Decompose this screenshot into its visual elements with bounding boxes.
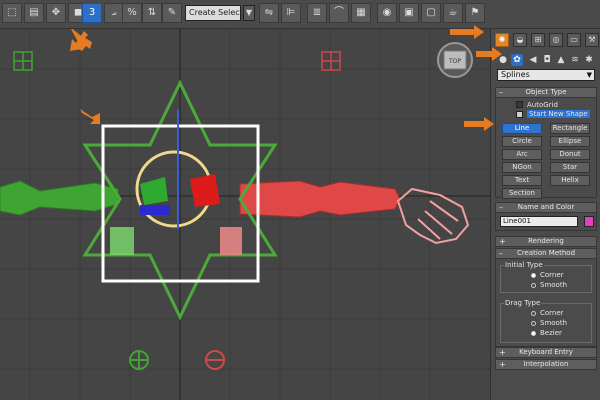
viewport-scene: TOP: [0, 29, 490, 400]
arc-button[interactable]: Arc: [502, 149, 542, 160]
rendering-rollout-header[interactable]: + Rendering: [495, 236, 597, 247]
render-frame-icon[interactable]: ▢: [421, 3, 441, 23]
start-new-shape-checkbox[interactable]: [516, 111, 523, 118]
percent-snap-button[interactable]: %: [122, 3, 142, 23]
name-color-rollout-header[interactable]: – Name and Color: [495, 202, 597, 213]
edit-named-sets-icon[interactable]: ✎: [162, 3, 182, 23]
space-warps-icon[interactable]: ≋: [569, 54, 581, 66]
select-by-name-icon[interactable]: ▤: [24, 3, 44, 23]
create-subcategories: ● ✿ ◀ ◘ ▲ ≋ ✱: [491, 53, 600, 69]
named-selection-dropdown-arrow[interactable]: ▼: [243, 5, 255, 21]
initial-type-label: Initial Type: [504, 261, 544, 269]
shapes-icon[interactable]: ✿: [511, 54, 523, 66]
section-button[interactable]: Section: [502, 188, 542, 199]
creation-method-rollout-header[interactable]: – Creation Method: [495, 248, 597, 259]
red-foot[interactable]: [220, 227, 242, 255]
render-setup-icon[interactable]: ▣: [399, 3, 419, 23]
hand-fingers: [417, 200, 459, 240]
spline-ribbon-right[interactable]: [239, 180, 401, 218]
drag-corner-label: Corner: [540, 309, 564, 317]
lights-icon[interactable]: ◀: [527, 54, 539, 66]
helpers-icon[interactable]: ▲: [555, 54, 567, 66]
autogrid-checkbox[interactable]: [516, 101, 523, 108]
angle-snap-icon[interactable]: ⦟: [104, 3, 124, 23]
arrow-snap-indicator: [70, 31, 88, 51]
select-object-icon[interactable]: ⬚: [2, 3, 22, 23]
arrow-to-rectangle: [80, 109, 100, 124]
name-color-rollout: Line001: [495, 213, 597, 231]
green-block[interactable]: [140, 177, 168, 205]
autogrid-label: AutoGrid: [527, 101, 558, 109]
drag-smooth-radio[interactable]: [531, 321, 536, 326]
initial-corner-label: Corner: [540, 271, 564, 279]
drag-type-label: Drag Type: [504, 299, 542, 307]
viewcube[interactable]: TOP: [437, 42, 473, 78]
text-button[interactable]: Text: [502, 175, 542, 186]
green-foot[interactable]: [110, 227, 134, 255]
schematic-view-icon[interactable]: ▦: [351, 3, 371, 23]
star-button[interactable]: Star: [550, 162, 590, 173]
hierarchy-tab[interactable]: ⊞: [531, 33, 545, 47]
material-editor-icon[interactable]: ◉: [377, 3, 397, 23]
drag-bezier-label: Bezier: [540, 329, 562, 337]
object-name-input[interactable]: Line001: [500, 216, 578, 227]
motion-tab[interactable]: ◎: [549, 33, 563, 47]
perspective-viewport[interactable]: TOP: [0, 29, 490, 400]
drag-smooth-label: Smooth: [540, 319, 568, 327]
command-panel-tabs: ✺ ◒ ⊞ ◎ ▭ ⚒: [491, 29, 600, 53]
start-new-shape-label: Start New Shape: [527, 110, 590, 118]
drag-corner-radio[interactable]: [531, 311, 536, 316]
initial-smooth-radio[interactable]: [531, 283, 536, 288]
object-type-rollout: AutoGrid Start New Shape Line Rectangle …: [495, 98, 597, 199]
drag-type-group: Drag Type Corner Smooth Bezier: [500, 299, 592, 343]
initial-smooth-label: Smooth: [540, 281, 568, 289]
initial-corner-radio[interactable]: [531, 273, 536, 278]
main-toolbar: ⬚ ▤ ✥ ◼ 3 ⦟ % ⇅ ✎ Create Selection S ▼ ⇋…: [0, 0, 600, 29]
move-icon[interactable]: ✥: [46, 3, 66, 23]
align-icon[interactable]: ⊫: [281, 3, 301, 23]
utilities-tab[interactable]: ⚒: [585, 33, 599, 47]
donut-button[interactable]: Donut: [550, 149, 590, 160]
red-block[interactable]: [190, 174, 220, 207]
blue-block[interactable]: [140, 205, 170, 215]
arrow-shapes-icon: [476, 47, 502, 61]
drag-bezier-radio[interactable]: [531, 331, 536, 336]
curve-editor-icon[interactable]: ⌒: [329, 3, 349, 23]
interpolation-rollout-header[interactable]: + Interpolation: [495, 359, 597, 370]
render-iterative-icon[interactable]: ⚑: [465, 3, 485, 23]
create-tab[interactable]: ✺: [495, 33, 509, 47]
rectangle-button[interactable]: Rectangle: [550, 123, 590, 134]
mirror-icon[interactable]: ⇋: [259, 3, 279, 23]
named-selection-set-input[interactable]: Create Selection S: [185, 5, 241, 21]
layers-icon[interactable]: ≣: [307, 3, 327, 23]
command-panel: ✺ ◒ ⊞ ◎ ▭ ⚒ ● ✿ ◀ ◘ ▲ ≋ ✱ Splines ▼ – Obje…: [490, 29, 600, 400]
cameras-icon[interactable]: ◘: [541, 54, 553, 66]
spinner-snap-icon[interactable]: ⇅: [142, 3, 162, 23]
creation-method-rollout: Initial Type Corner Smooth Drag Type Cor…: [495, 259, 597, 347]
spline-ribbon-left[interactable]: [0, 180, 119, 216]
modify-tab[interactable]: ◒: [513, 33, 527, 47]
viewcube-face-label: TOP: [448, 58, 461, 65]
hand-spline-outline[interactable]: [396, 187, 470, 245]
keyboard-entry-rollout-header[interactable]: + Keyboard Entry: [495, 347, 597, 358]
initial-type-group: Initial Type Corner Smooth: [500, 261, 592, 293]
helix-button[interactable]: Helix: [550, 175, 590, 186]
line-button[interactable]: Line: [502, 123, 542, 134]
circle-button[interactable]: Circle: [502, 136, 542, 147]
category-dropdown[interactable]: Splines ▼: [497, 69, 595, 81]
chevron-down-icon: ▼: [586, 71, 592, 79]
ellipse-button[interactable]: Ellipse: [550, 136, 590, 147]
render-production-icon[interactable]: ☕: [443, 3, 463, 23]
color-swatch[interactable]: [584, 216, 594, 227]
arrow-line-button: [464, 117, 494, 131]
display-tab[interactable]: ▭: [567, 33, 581, 47]
snap-toggle-button[interactable]: 3: [82, 3, 102, 23]
ngon-button[interactable]: NGon: [502, 162, 542, 173]
systems-icon[interactable]: ✱: [583, 54, 595, 66]
arrow-create-tab: [450, 25, 484, 39]
object-type-rollout-header[interactable]: – Object Type: [495, 87, 597, 98]
